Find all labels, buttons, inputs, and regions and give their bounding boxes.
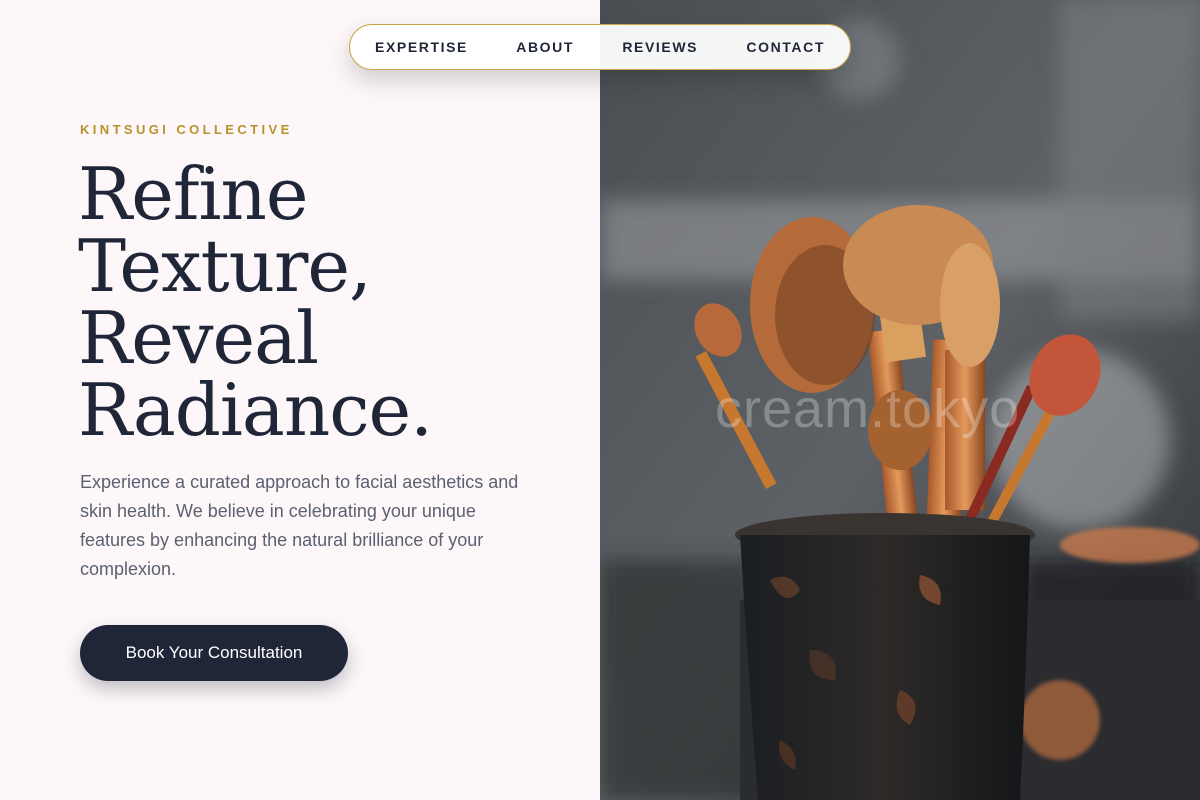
book-consultation-button[interactable]: Book Your Consultation	[80, 625, 348, 681]
nav-link-contact[interactable]: CONTACT	[746, 39, 825, 55]
hero-image-panel: cream.tokyo	[600, 0, 1200, 800]
watermark-text: cream.tokyo	[715, 379, 1021, 439]
brand-eyebrow: KINTSUGI COLLECTIVE	[80, 122, 293, 137]
headline-line: Reveal	[78, 296, 319, 380]
hero-description: Experience a curated approach to facial …	[80, 472, 519, 579]
nav-link-about[interactable]: ABOUT	[516, 39, 574, 55]
hero-left-panel: KINTSUGI COLLECTIVE Refine Texture, Reve…	[0, 0, 600, 800]
headline-line: Texture,	[78, 224, 372, 308]
hero-headline: Refine Texture, Reveal Radiance.	[78, 158, 578, 446]
headline-line: Radiance.	[78, 368, 433, 452]
top-nav: EXPERTISE ABOUT REVIEWS CONTACT	[349, 24, 851, 70]
nav-link-expertise[interactable]: EXPERTISE	[375, 39, 468, 55]
nav-link-reviews[interactable]: REVIEWS	[622, 39, 698, 55]
headline-line: Refine	[78, 152, 308, 236]
